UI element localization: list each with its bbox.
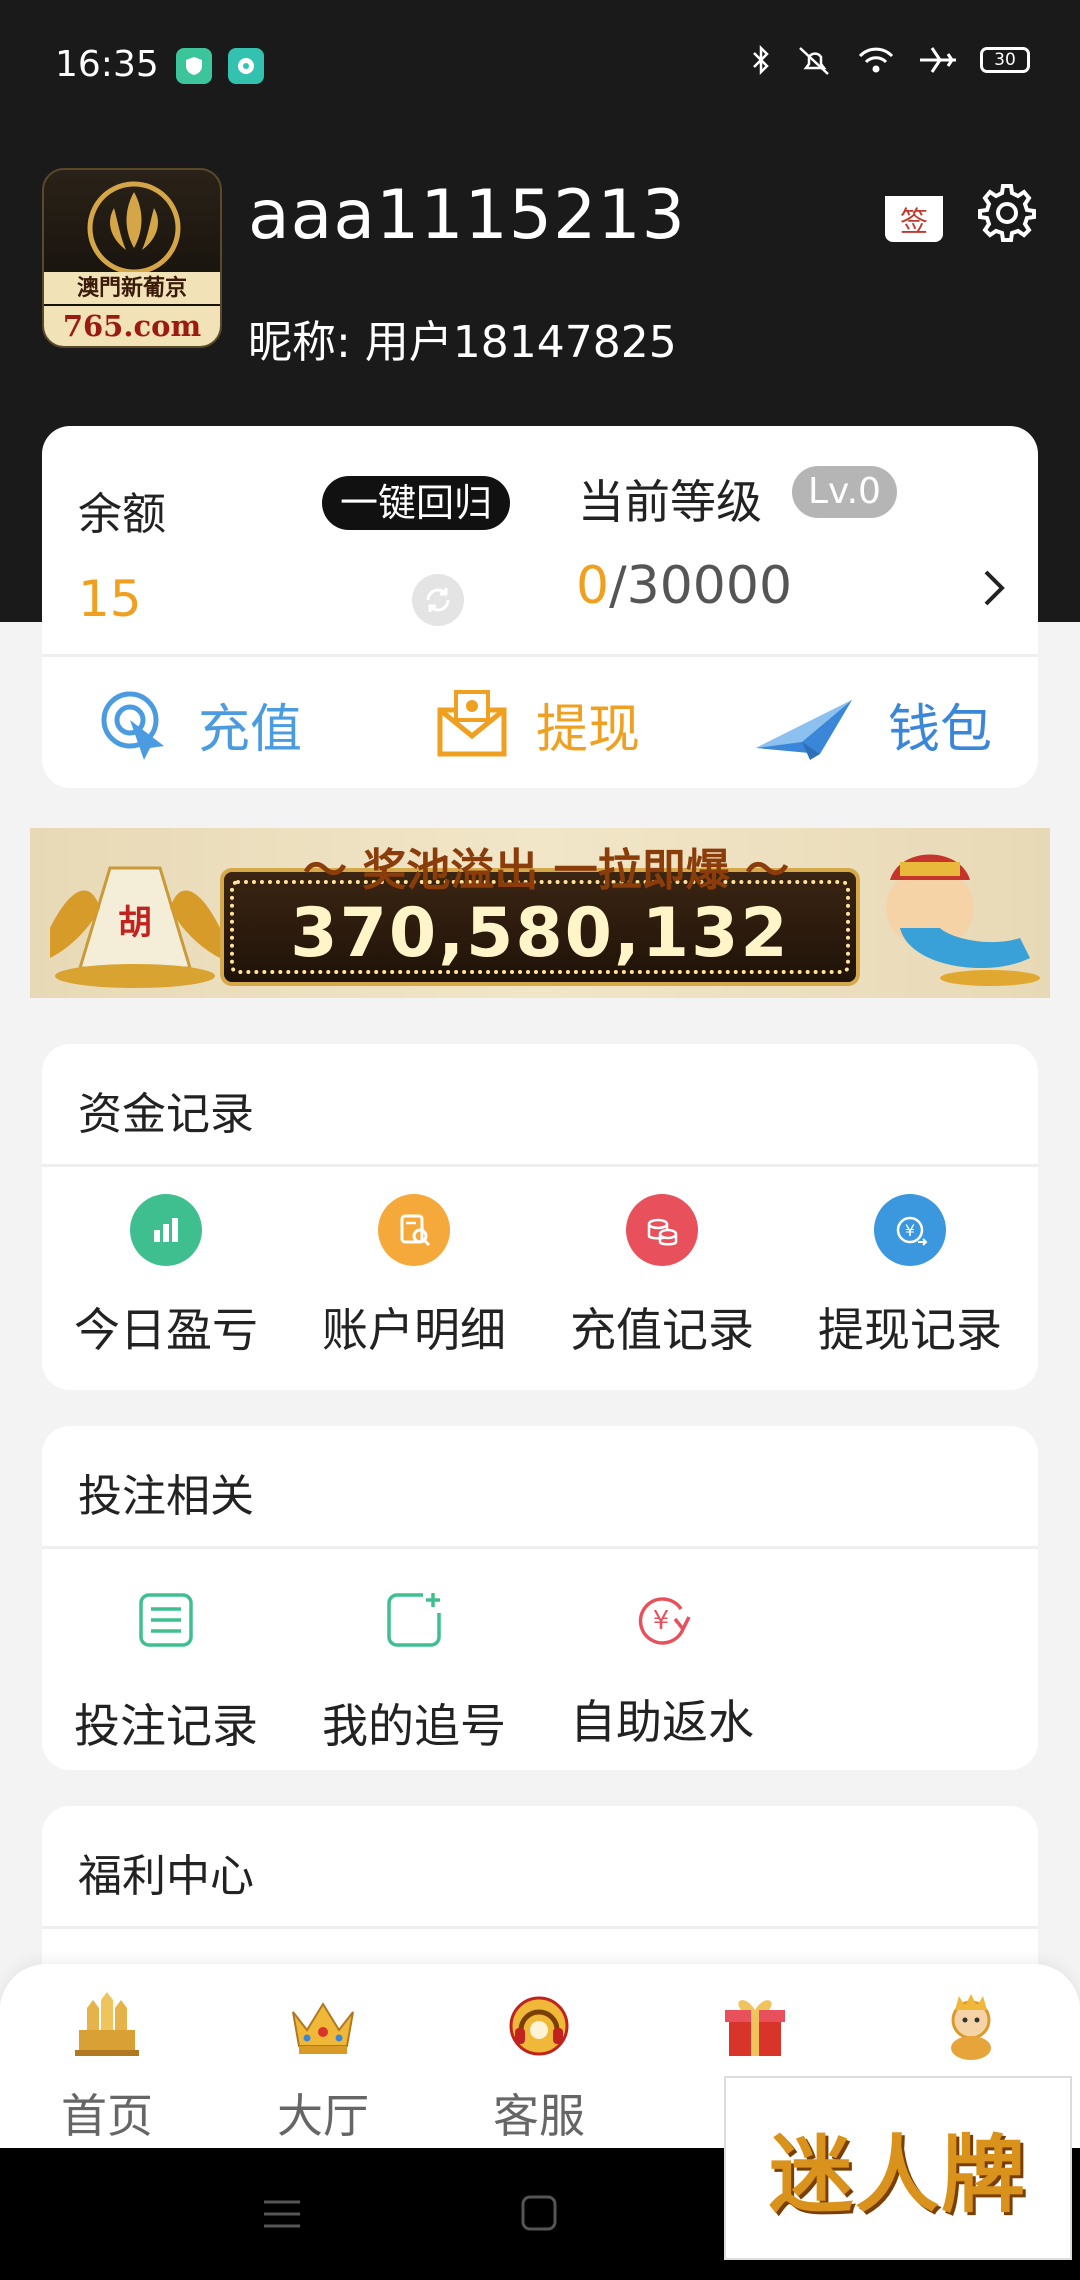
- nav-mine[interactable]: [886, 1990, 1056, 2080]
- nav-lobby-label: 大厅: [277, 2089, 369, 2143]
- funds-record-card: 资金记录 今日盈亏 账户明细 充值记录 ¥ 提现记录: [42, 1044, 1038, 1390]
- funds-section-title: 资金记录: [78, 1089, 254, 1140]
- yuan-transfer-icon: ¥: [874, 1194, 946, 1266]
- divider: [42, 1164, 1038, 1167]
- divider: [42, 654, 1038, 657]
- username: aaa1115213: [248, 176, 686, 255]
- self-rebate-label: 自助返水: [570, 1695, 754, 1749]
- coins-icon: [626, 1194, 698, 1266]
- status-bar: 16:35 30: [0, 0, 1080, 130]
- level-label: 当前等级: [578, 475, 762, 529]
- withdraw-envelope-icon: [437, 690, 507, 757]
- level-target: /30000: [609, 556, 793, 616]
- account-detail-label: 账户明细: [322, 1303, 506, 1357]
- battery-indicator: 30: [980, 47, 1030, 73]
- welfare-section-title: 福利中心: [78, 1851, 254, 1902]
- chevron-right-icon[interactable]: [976, 566, 1012, 610]
- level-current: 0: [576, 556, 610, 616]
- crown-icon: [292, 2002, 354, 2054]
- mute-icon: [799, 47, 829, 75]
- withdraw-button[interactable]: 提现: [434, 684, 640, 764]
- bet-record-label: 投注记录: [74, 1699, 258, 1753]
- recharge-button[interactable]: 充值: [96, 684, 302, 764]
- shield-app-icon: [176, 48, 212, 84]
- home-square-icon[interactable]: [520, 2194, 558, 2232]
- logo-emblem: [87, 181, 181, 275]
- my-chase-label: 我的追号: [322, 1699, 506, 1753]
- betting-section-title: 投注相关: [78, 1471, 254, 1522]
- avatar-logo[interactable]: 澳門新葡京 765.com: [42, 168, 222, 348]
- svg-text:¥: ¥: [905, 1221, 915, 1240]
- nav-home[interactable]: 首页: [22, 1990, 192, 2146]
- settings-gear-icon[interactable]: [974, 180, 1040, 246]
- chat-app-icon: [228, 48, 264, 84]
- betting-card: 投注相关 投注记录 我的追号 ¥ 自助返水: [42, 1426, 1038, 1770]
- nav-service[interactable]: 客服: [454, 1990, 624, 2146]
- yuan-refresh-icon: ¥: [626, 1584, 698, 1656]
- fortune-god-image: [886, 854, 1040, 986]
- sign-label: 签: [899, 205, 928, 238]
- withdraw-record-label: 提现记录: [818, 1303, 1002, 1357]
- nav-home-label: 首页: [61, 2089, 153, 2143]
- bluetooth-icon: [753, 44, 769, 76]
- nav-service-label: 客服: [493, 2089, 585, 2143]
- level-progress: 0/30000: [576, 556, 792, 616]
- account-detail-item[interactable]: 账户明细: [290, 1194, 538, 1360]
- nav-lobby[interactable]: 大厅: [238, 1990, 408, 2146]
- sign-calendar-bar: [885, 184, 943, 196]
- headset-icon: [509, 1996, 569, 2056]
- logo-domain: 765.com: [44, 306, 220, 346]
- divider: [42, 1546, 1038, 1549]
- mahjong-dragon-image: 胡: [50, 866, 220, 988]
- divider: [42, 1926, 1038, 1929]
- status-icons: 30: [750, 44, 1030, 76]
- bar-chart-icon: [130, 1194, 202, 1266]
- logo-name: 澳門新葡京: [44, 272, 220, 304]
- withdraw-label: 提现: [536, 699, 641, 760]
- jackpot-banner[interactable]: 胡 〜 奖池溢出 一拉即爆 〜 370,580,132: [30, 828, 1050, 998]
- one-click-return-button[interactable]: 一键回归: [322, 476, 511, 530]
- recharge-target-icon: [101, 691, 164, 760]
- my-chase-item[interactable]: 我的追号: [290, 1584, 538, 1756]
- add-square-icon: [378, 1584, 450, 1656]
- list-icon: [130, 1584, 202, 1656]
- recharge-record-item[interactable]: 充值记录: [538, 1194, 786, 1360]
- self-rebate-item[interactable]: ¥ 自助返水: [538, 1584, 786, 1752]
- menu-icon[interactable]: [262, 2198, 302, 2230]
- gift-icon: [725, 2000, 785, 2056]
- home-castle-icon: [75, 1992, 139, 2056]
- today-profit-label: 今日盈亏: [74, 1303, 258, 1357]
- sign-in-button[interactable]: 签: [885, 184, 943, 242]
- banner-title: 〜 奖池溢出 一拉即爆 〜: [303, 845, 789, 896]
- svg-text:¥: ¥: [653, 1606, 670, 1636]
- watermark-text: 迷人牌: [768, 2124, 1027, 2224]
- recharge-label: 充值: [198, 699, 303, 760]
- bet-record-item[interactable]: 投注记录: [42, 1584, 290, 1756]
- wifi-icon: [858, 47, 894, 73]
- wallet-paper-plane-icon: [756, 700, 852, 760]
- balance-card: 余额 一键回归 15 当前等级 Lv.0 0/30000 充值 提现 钱包: [42, 426, 1038, 788]
- nickname: 昵称: 用户18147825: [248, 317, 677, 368]
- balance-value: 15: [78, 570, 142, 628]
- wallet-button[interactable]: 钱包: [752, 684, 992, 764]
- document-search-icon: [378, 1194, 450, 1266]
- refresh-icon[interactable]: [412, 574, 464, 626]
- wallet-label: 钱包: [888, 699, 993, 760]
- svg-text:胡: 胡: [118, 903, 152, 943]
- recharge-record-label: 充值记录: [570, 1303, 754, 1357]
- airplane-icon: [920, 47, 956, 73]
- today-profit-item[interactable]: 今日盈亏: [42, 1194, 290, 1360]
- balance-label: 余额: [78, 489, 166, 540]
- jackpot-amount: 370,580,132: [290, 894, 790, 973]
- withdraw-record-item[interactable]: ¥ 提现记录: [786, 1194, 1034, 1360]
- mascot-icon: [951, 1994, 991, 2060]
- watermark-logo: 迷人牌: [724, 2076, 1072, 2260]
- level-badge: Lv.0: [792, 466, 897, 518]
- status-time: 16:35: [55, 44, 159, 85]
